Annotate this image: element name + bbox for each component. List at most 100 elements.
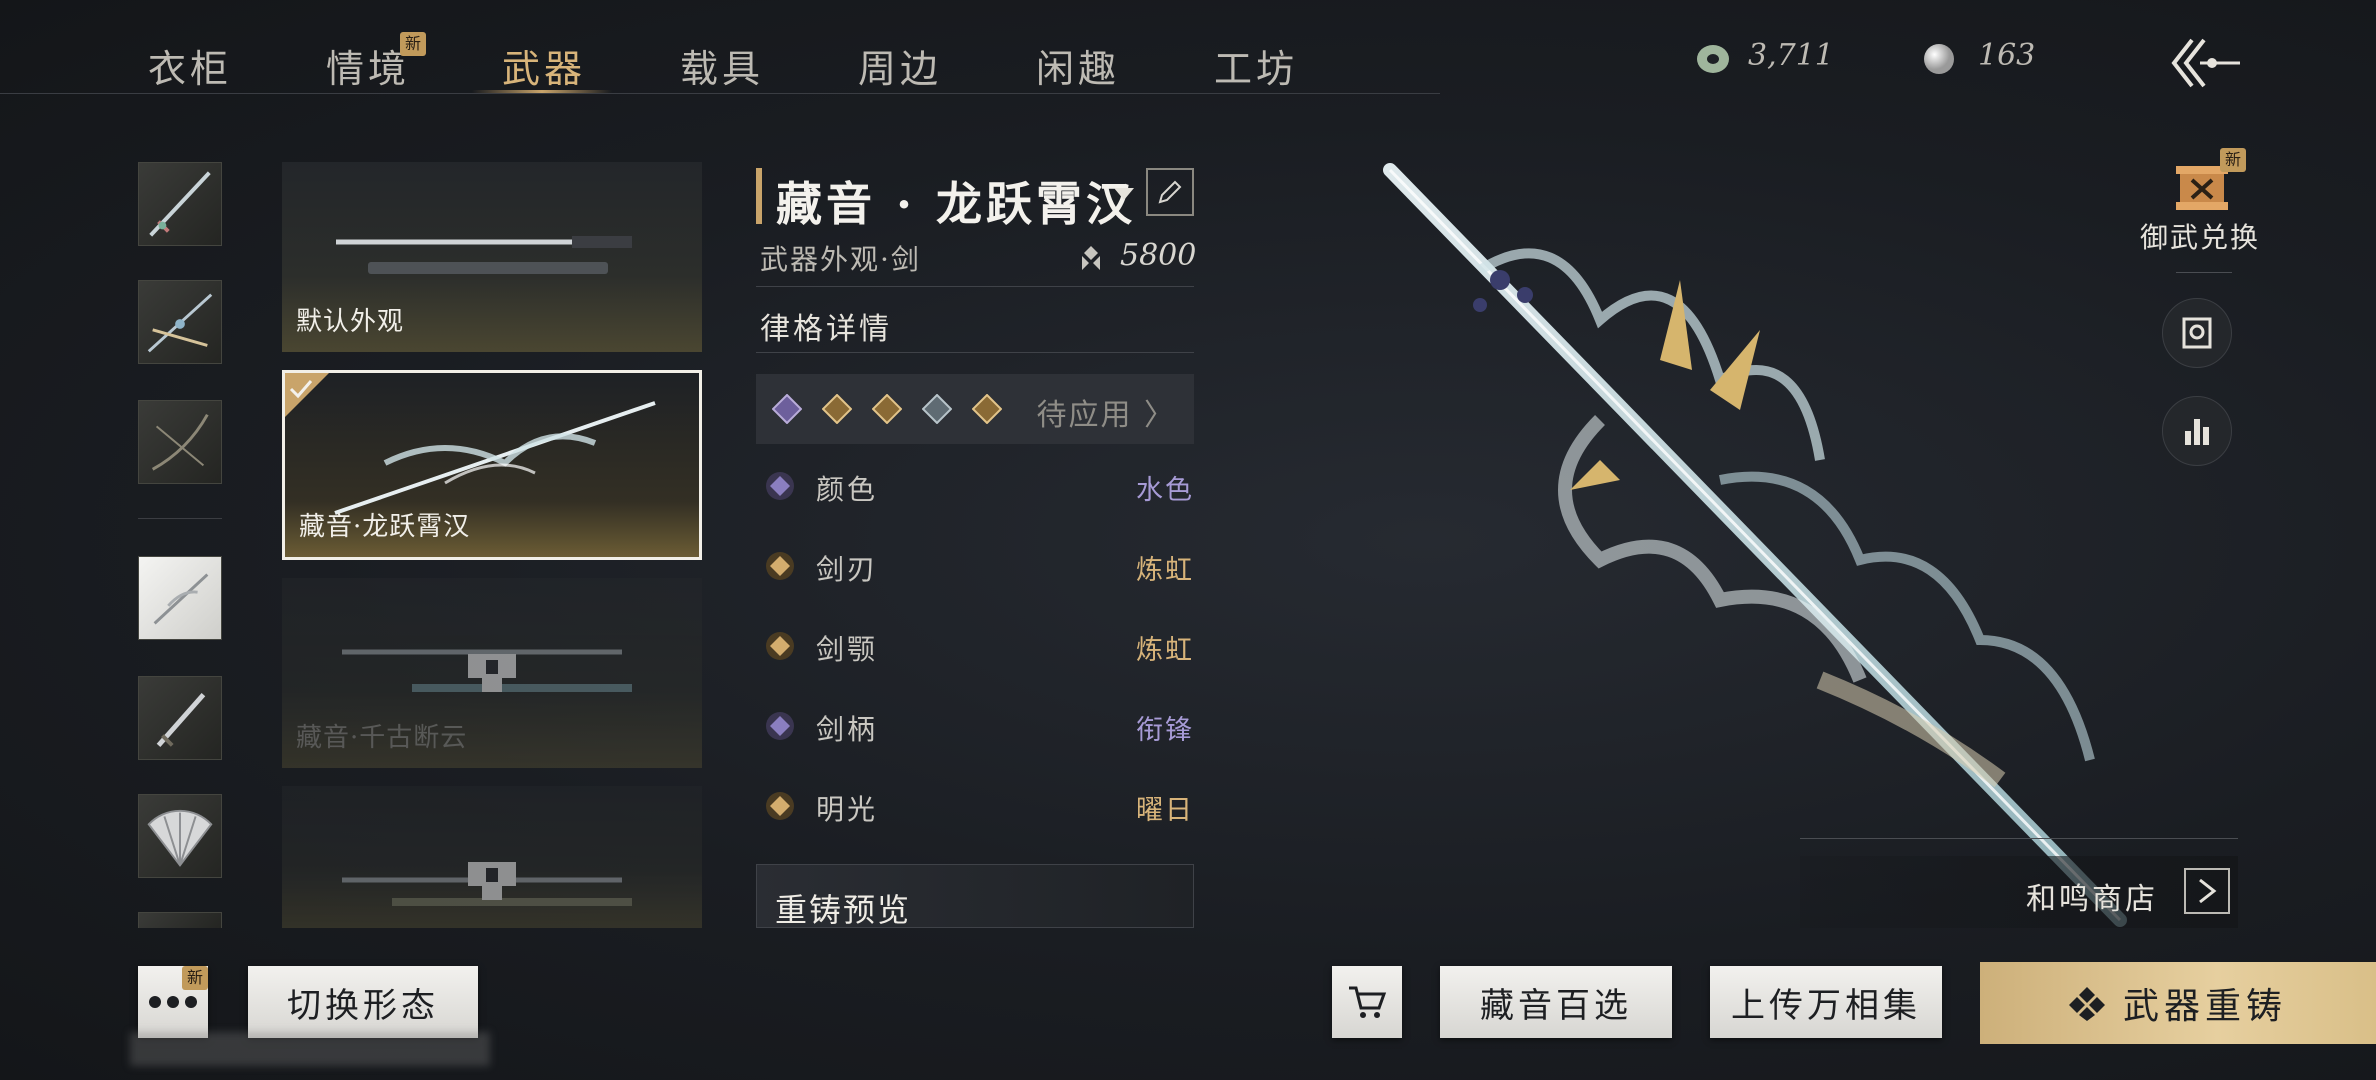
bar-chart-icon bbox=[2185, 419, 2209, 445]
purple-gem-icon bbox=[766, 472, 794, 500]
divider bbox=[756, 352, 1194, 353]
default-sword-image bbox=[336, 236, 632, 274]
attr-value: 水色 bbox=[1136, 475, 1194, 506]
shop-arrow bbox=[2184, 868, 2230, 914]
gold-gem-icon bbox=[872, 394, 902, 424]
gold-gem-icon bbox=[822, 394, 852, 424]
upload-button[interactable]: 上传万相集 bbox=[1710, 966, 1942, 1038]
purple-gem-icon bbox=[766, 712, 794, 740]
weapon-recast-label: 武器重铸 bbox=[2122, 986, 2287, 1027]
thumb-divider bbox=[138, 518, 222, 519]
switch-form-button[interactable]: 切换形态 bbox=[248, 966, 478, 1038]
weapon-thumb-staff[interactable] bbox=[138, 280, 222, 364]
weapon-thumb-white-blade[interactable] bbox=[138, 556, 222, 640]
pearl-icon bbox=[1924, 44, 1954, 74]
chevron-right-icon bbox=[2199, 878, 2217, 904]
jade-coin-icon bbox=[1697, 45, 1729, 73]
attr-row-blade[interactable]: 剑刃 炼虹 bbox=[756, 536, 1194, 596]
pending-apply-row[interactable]: 待应用 〉 bbox=[756, 374, 1194, 444]
attr-name: 剑颚 bbox=[816, 633, 879, 666]
gold-gem-icon bbox=[766, 552, 794, 580]
pending-apply-label: 待应用 〉 bbox=[1036, 398, 1176, 433]
cart-button[interactable] bbox=[1332, 966, 1402, 1038]
harmony-shop-button[interactable]: 和鸣商店 bbox=[1800, 856, 2238, 928]
diamond-icon bbox=[2068, 987, 2105, 1021]
new-badge: 新 bbox=[2220, 148, 2246, 172]
lock-icon bbox=[468, 862, 516, 900]
weapon-thumb-partial[interactable] bbox=[138, 912, 222, 928]
skin-card-label: 藏音·千古断云 bbox=[296, 723, 468, 753]
white-blade-thumb-icon bbox=[153, 573, 209, 625]
weapon-artwork bbox=[1383, 163, 2127, 927]
collection-button[interactable]: 藏音百选 bbox=[1440, 966, 1672, 1038]
tab-wardrobe[interactable]: 衣柜 bbox=[130, 38, 250, 91]
more-dots-icon bbox=[149, 996, 197, 1008]
attr-name: 剑柄 bbox=[816, 713, 879, 746]
jade-currency-value: 3,711 bbox=[1748, 38, 1834, 73]
purple-gem-icon bbox=[772, 394, 802, 424]
shop-label: 和鸣商店 bbox=[2026, 882, 2158, 917]
crystal-currency-icon bbox=[1082, 246, 1100, 270]
pearl-currency-value: 163 bbox=[1978, 38, 2036, 73]
weapon-thumb-fan[interactable] bbox=[138, 794, 222, 878]
back-arrow-icon[interactable] bbox=[2170, 36, 2242, 90]
attr-row-hilt[interactable]: 剑柄 衔锋 bbox=[756, 696, 1194, 756]
chevron-down-icon[interactable] bbox=[1112, 186, 1136, 202]
attr-row-guard[interactable]: 剑颚 炼虹 bbox=[756, 616, 1194, 676]
attr-value: 曜日 bbox=[1136, 795, 1194, 826]
divider bbox=[756, 286, 1194, 287]
attr-value: 炼虹 bbox=[1136, 555, 1194, 586]
silver-gem-icon bbox=[922, 394, 952, 424]
sword-thumb-icon bbox=[149, 171, 211, 237]
blurred-region bbox=[130, 1032, 490, 1066]
weapon-thumb-bow[interactable] bbox=[138, 400, 222, 484]
bow-thumb-icon bbox=[151, 413, 209, 471]
recast-preview-title: 重铸预览 bbox=[775, 891, 912, 928]
skin-card-selected[interactable]: 藏音·龙跃霄汉 bbox=[282, 370, 702, 560]
active-tab-indicator bbox=[472, 90, 612, 93]
skin-card-locked[interactable]: 藏音·千古断云 bbox=[282, 578, 702, 768]
title-accent-bar bbox=[756, 168, 762, 224]
new-badge: 新 bbox=[400, 32, 426, 56]
skin-card-locked-partial[interactable] bbox=[282, 786, 702, 928]
shop-divider bbox=[1800, 838, 2238, 839]
fan-thumb-icon bbox=[147, 809, 213, 867]
skin-card-label: 默认外观 bbox=[296, 307, 405, 337]
nav-divider bbox=[0, 93, 1440, 94]
weapon-thumb-dagger[interactable] bbox=[138, 676, 222, 760]
attr-name: 剑刃 bbox=[816, 553, 879, 586]
new-badge: 新 bbox=[182, 966, 208, 990]
lock-icon bbox=[468, 654, 516, 692]
skin-card-label: 藏音·龙跃霄汉 bbox=[299, 512, 471, 542]
cabinet-icon bbox=[2182, 317, 2212, 349]
selected-sword-image bbox=[334, 401, 656, 515]
weapon-title: 藏音 · 龙跃霄汉 bbox=[776, 177, 1137, 231]
attr-name: 明光 bbox=[816, 793, 879, 826]
exchange-label[interactable]: 御武兑换 bbox=[2140, 216, 2260, 256]
checkmark-icon bbox=[285, 373, 329, 417]
weapon-thumb-sword[interactable] bbox=[138, 162, 222, 246]
skin-card-default[interactable]: 默认外观 bbox=[282, 162, 702, 352]
weapon-type-label: 武器外观·剑 bbox=[760, 243, 921, 276]
tab-leisure[interactable]: 闲趣 bbox=[1018, 38, 1138, 91]
tab-weapon[interactable]: 武器 bbox=[484, 38, 604, 91]
tab-peripheral[interactable]: 周边 bbox=[840, 38, 960, 91]
staff-thumb-icon bbox=[147, 293, 213, 353]
cart-icon bbox=[1349, 986, 1387, 1018]
attr-row-color[interactable]: 颜色 水色 bbox=[756, 456, 1194, 516]
weapon-recast-button[interactable]: 武器重铸 bbox=[1980, 962, 2376, 1044]
attr-row-glow[interactable]: 明光 曜日 bbox=[756, 776, 1194, 836]
gold-gem-icon bbox=[766, 792, 794, 820]
gold-gem-icon bbox=[972, 394, 1002, 424]
stats-button[interactable] bbox=[2162, 396, 2232, 466]
dagger-thumb-icon bbox=[156, 692, 206, 747]
pencil-icon bbox=[1158, 180, 1182, 204]
wardrobe-button[interactable] bbox=[2162, 298, 2232, 368]
tab-workshop[interactable]: 工坊 bbox=[1196, 38, 1316, 91]
weapon-price: 5800 bbox=[1120, 238, 1197, 273]
recast-preview-panel[interactable]: 重铸预览 bbox=[756, 864, 1194, 928]
rename-button[interactable] bbox=[1146, 168, 1194, 216]
attr-value: 衔锋 bbox=[1136, 715, 1194, 746]
tab-vehicle[interactable]: 载具 bbox=[662, 38, 782, 91]
section-title: 律格详情 bbox=[760, 312, 892, 347]
